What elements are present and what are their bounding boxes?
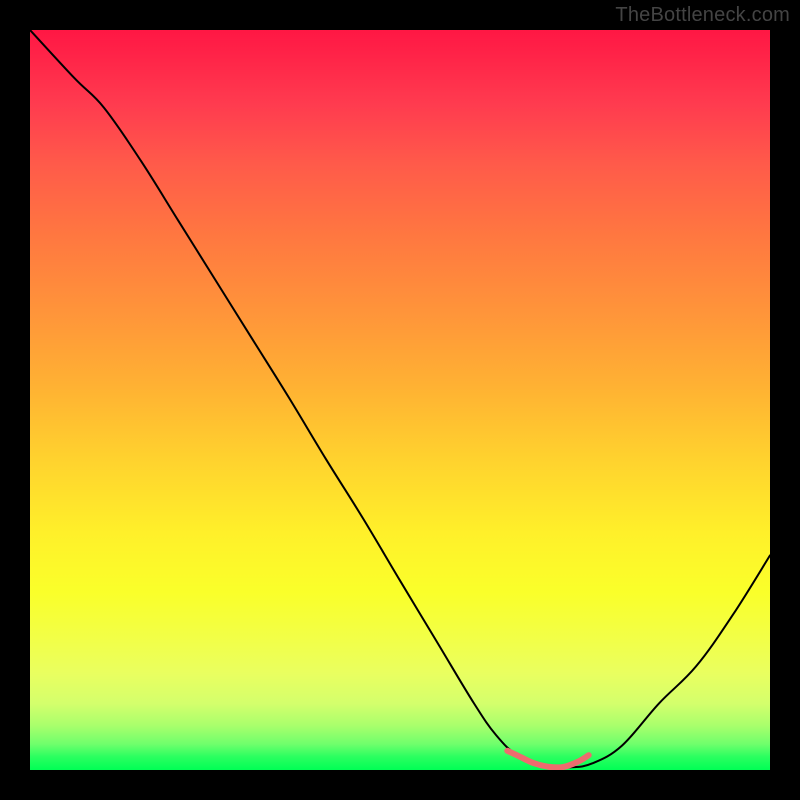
chart-container: TheBottleneck.com <box>0 0 800 800</box>
plot-gradient-background <box>30 30 770 770</box>
watermark-text: TheBottleneck.com <box>615 4 790 27</box>
